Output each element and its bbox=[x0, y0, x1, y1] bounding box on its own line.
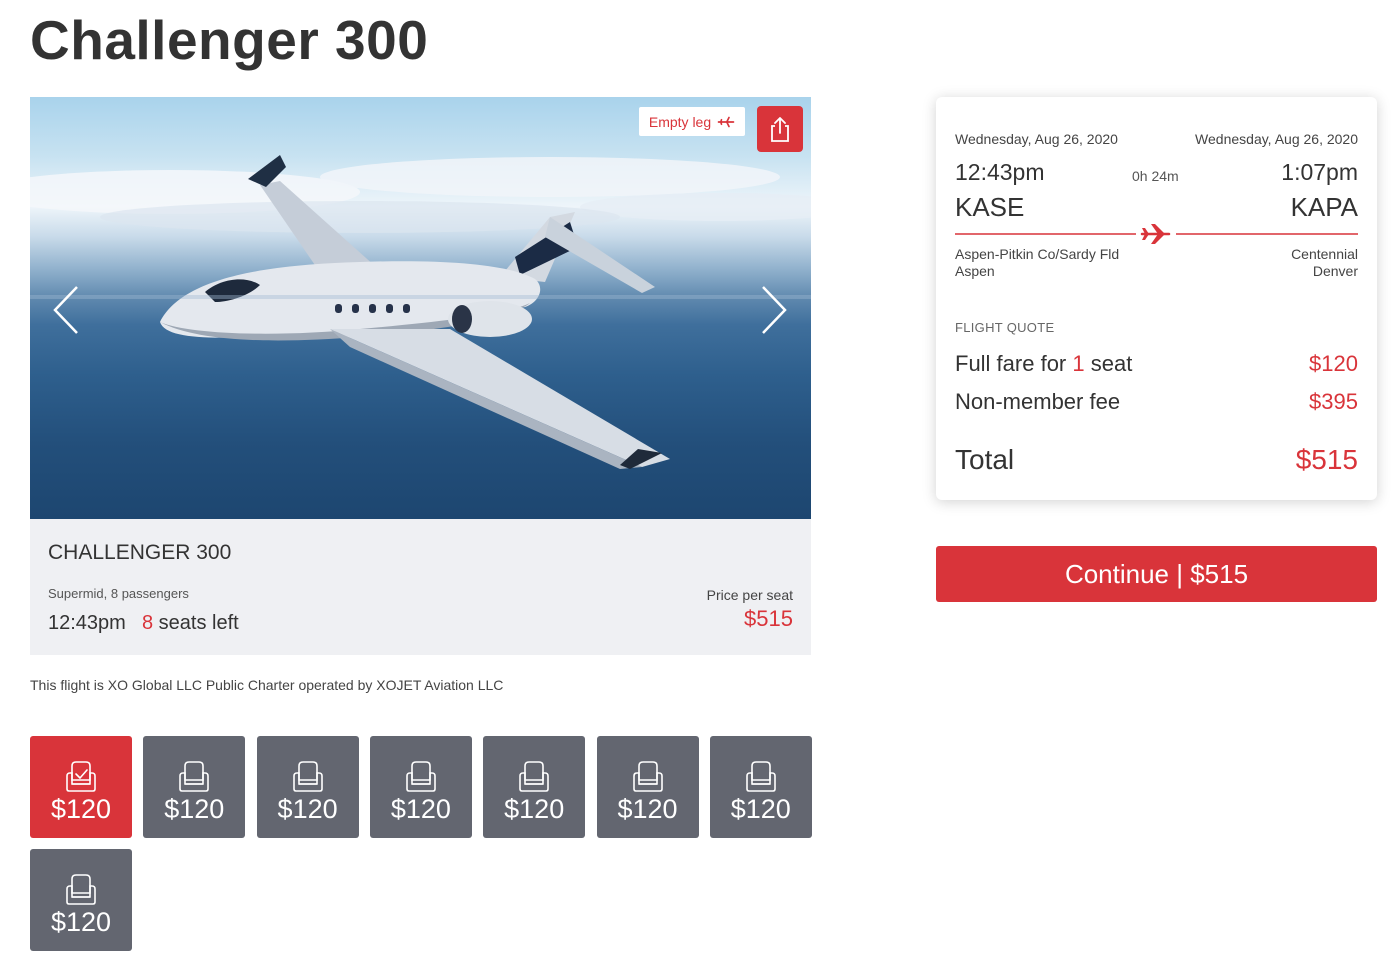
seat-price: $120 bbox=[277, 794, 338, 824]
share-icon bbox=[771, 117, 789, 142]
seat-price: $120 bbox=[617, 794, 678, 824]
seat-option[interactable]: $120 bbox=[596, 736, 699, 838]
price-per-seat-value: $515 bbox=[744, 606, 793, 631]
seat-price: $120 bbox=[504, 794, 565, 824]
seat-icon bbox=[292, 761, 323, 792]
empty-leg-label: Empty leg bbox=[648, 113, 712, 130]
aircraft-photo: Empty leg bbox=[30, 97, 811, 519]
next-photo-button[interactable] bbox=[758, 284, 790, 336]
fee-value: $395 bbox=[1309, 389, 1358, 414]
departure-city: Aspen bbox=[955, 263, 995, 279]
seat-icon bbox=[406, 761, 436, 792]
page-title: Challenger 300 bbox=[30, 9, 429, 71]
fare-value: $120 bbox=[1309, 351, 1358, 376]
arrival-airport-name: Centennial bbox=[1291, 246, 1358, 262]
seat-selected[interactable]: $120 bbox=[30, 736, 132, 838]
arrival-code: KAPA bbox=[1290, 192, 1358, 222]
seats-left: 8 seats left bbox=[142, 612, 239, 635]
aircraft-class: Supermid, 8 passengers bbox=[48, 586, 189, 601]
seat-price: $120 bbox=[50, 794, 112, 824]
aircraft-info-card: CHALLENGER 300 Supermid, 8 passengers 12… bbox=[30, 519, 811, 655]
seat-option[interactable]: $120 bbox=[256, 736, 359, 838]
seat-icon bbox=[66, 874, 96, 905]
chevron-left-icon bbox=[53, 286, 78, 334]
departure-time: 12:43pm bbox=[48, 612, 126, 634]
continue-button[interactable]: Continue | $515 bbox=[936, 546, 1377, 602]
seat-option[interactable]: $120 bbox=[143, 736, 246, 838]
departure-airport-name: Aspen-Pitkin Co/Sardy Fld bbox=[955, 246, 1120, 262]
price-per-seat-label: Price per seat bbox=[706, 587, 793, 603]
departure-code: KASE bbox=[955, 192, 1025, 222]
seat-price: $120 bbox=[730, 794, 791, 824]
operator-note: This flight is XO Global LLC Public Char… bbox=[30, 677, 504, 693]
seat-icon bbox=[519, 761, 549, 792]
seats-left-text: seats left bbox=[153, 612, 239, 634]
aircraft-name: CHALLENGER 300 bbox=[48, 541, 232, 564]
flight-quote-label: FLIGHT QUOTE bbox=[955, 320, 1055, 335]
seats-left-count: 8 bbox=[142, 612, 154, 634]
share-button[interactable] bbox=[757, 106, 803, 152]
arrival-clock: 1:07pm bbox=[1281, 159, 1358, 185]
plane-icon bbox=[1140, 224, 1171, 244]
fare-label-prefix: Full fare for bbox=[955, 351, 1073, 376]
empty-leg-badge: Empty leg bbox=[639, 107, 745, 136]
arrival-city: Denver bbox=[1312, 263, 1358, 279]
departure-clock: 12:43pm bbox=[955, 159, 1045, 185]
previous-photo-button[interactable] bbox=[50, 284, 82, 336]
arrival-airport: Centennial Denver bbox=[1291, 246, 1358, 280]
seat-price: $120 bbox=[164, 794, 225, 824]
plane-icon bbox=[717, 116, 735, 127]
seat-option[interactable]: $120 bbox=[30, 849, 132, 951]
seat-option[interactable]: $120 bbox=[709, 736, 812, 838]
seat-price: $120 bbox=[390, 794, 451, 824]
seat-price: $120 bbox=[50, 907, 112, 937]
arrival-date: Wednesday, Aug 26, 2020 bbox=[1195, 131, 1358, 147]
route-line bbox=[955, 224, 1358, 244]
aircraft-photo-scene bbox=[30, 155, 811, 469]
seat-option[interactable]: $120 bbox=[483, 736, 586, 838]
total-value: $515 bbox=[1295, 444, 1358, 475]
flight-summary-card: Wednesday, Aug 26, 2020 Wednesday, Aug 2… bbox=[936, 97, 1377, 500]
total-label: Total bbox=[955, 444, 1015, 475]
seat-checked-icon bbox=[66, 761, 96, 792]
fare-seat-count: 1 bbox=[1072, 351, 1085, 376]
seat-icon bbox=[632, 761, 663, 792]
seat-icon bbox=[745, 761, 776, 792]
chevron-right-icon bbox=[762, 286, 787, 334]
seat-option[interactable]: $120 bbox=[369, 736, 472, 838]
departure-date: Wednesday, Aug 26, 2020 bbox=[955, 131, 1118, 147]
flight-duration: 0h 24m bbox=[1132, 168, 1179, 184]
seat-icon bbox=[179, 761, 210, 792]
departure-airport: Aspen-Pitkin Co/Sardy Fld Aspen bbox=[955, 246, 1119, 280]
fee-label: Non-member fee bbox=[955, 389, 1121, 414]
fare-label: Full fare for 1 seat bbox=[955, 351, 1132, 377]
fare-label-suffix: seat bbox=[1084, 351, 1133, 376]
